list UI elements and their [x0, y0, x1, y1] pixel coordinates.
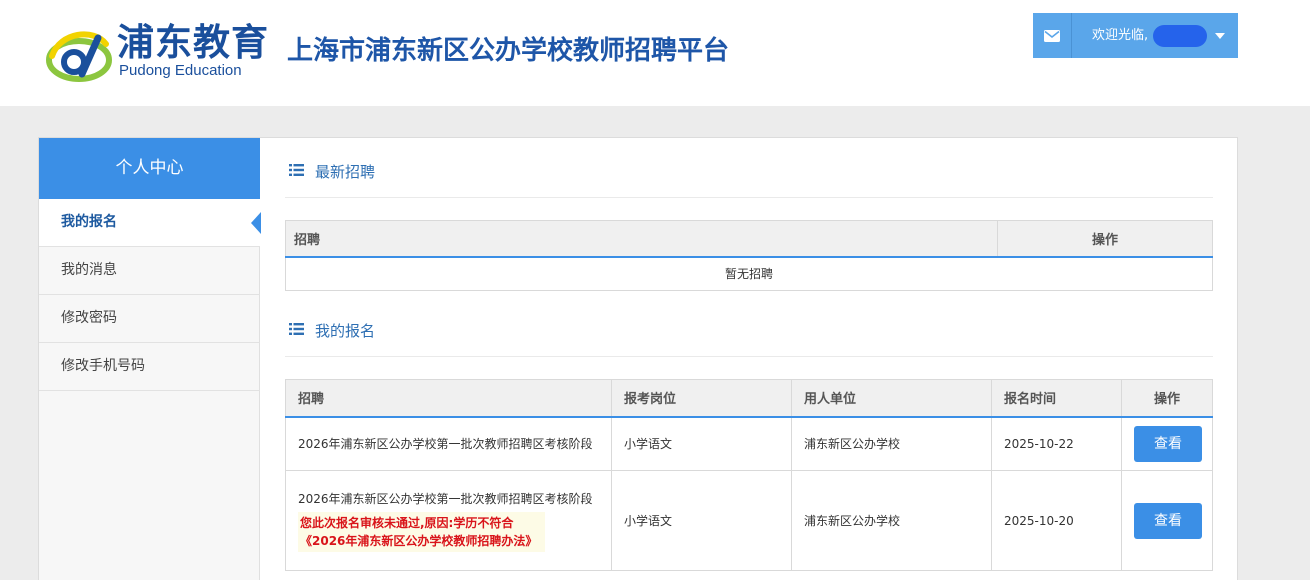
rejection-notice-line: 《2026年浦东新区公办学校教师招聘办法》 [300, 533, 538, 548]
recruit-text: 2026年浦东新区公办学校第一批次教师招聘区考核阶段 [298, 491, 593, 506]
rejection-notice-line: 您此次报名审核未通过,原因:学历不符合 [300, 515, 514, 530]
main-panel: 个人中心 我的报名 我的消息 修改密码 修改手机号码 最新招聘 招聘 操作 暂无… [38, 137, 1238, 580]
site-title: 上海市浦东新区公办学校教师招聘平台 [287, 36, 730, 66]
content-area: 最新招聘 招聘 操作 暂无招聘 我的报名 招聘 报考岗位 用人单位 报名时间 操… [285, 138, 1213, 580]
rejection-notice: 您此次报名审核未通过,原因:学历不符合 《2026年浦东新区公办学校教师招聘办法… [298, 511, 546, 552]
list-icon [289, 323, 304, 335]
empty-message: 暂无招聘 [285, 256, 1213, 291]
my-applications-table: 招聘 报考岗位 用人单位 报名时间 操作 2026年浦东新区公办学校第一批次教师… [285, 379, 1213, 571]
section-latest-title: 最新招聘 [285, 138, 1213, 198]
list-icon [289, 164, 304, 176]
view-button[interactable]: 查看 [1134, 425, 1202, 462]
date-cell: 2025-10-22 [991, 416, 1122, 471]
position-cell: 小学语文 [611, 416, 792, 471]
welcome-text: 欢迎光临, [1092, 28, 1149, 43]
column-header: 操作 [1121, 379, 1213, 418]
position-cell: 小学语文 [611, 470, 792, 571]
username-redacted [1153, 25, 1207, 47]
logo-english-text: Pudong Education [119, 62, 242, 79]
column-header: 操作 [997, 220, 1213, 258]
table-row: 2026年浦东新区公办学校第一批次教师招聘区考核阶段 您此次报名审核未通过,原因… [285, 470, 1213, 571]
table-header-row: 招聘 操作 [285, 220, 1213, 258]
sidebar-item-my-applications[interactable]: 我的报名 [39, 199, 261, 247]
table-header-row: 招聘 报考岗位 用人单位 报名时间 操作 [285, 379, 1213, 418]
messages-button[interactable] [1033, 13, 1072, 58]
unit-cell: 浦东新区公办学校 [791, 416, 992, 471]
sidebar-item-my-messages[interactable]: 我的消息 [39, 247, 260, 295]
column-header: 招聘 [285, 220, 998, 258]
recruit-cell: 2026年浦东新区公办学校第一批次教师招聘区考核阶段 您此次报名审核未通过,原因… [285, 470, 612, 571]
sidebar-item-label: 我的报名 [61, 214, 117, 230]
latest-recruitment-table: 招聘 操作 暂无招聘 [285, 220, 1213, 291]
date-cell: 2025-10-20 [991, 470, 1122, 571]
sidebar-item-label: 修改密码 [61, 310, 117, 326]
sidebar-item-label: 我的消息 [61, 262, 117, 278]
unit-cell: 浦东新区公办学校 [791, 470, 992, 571]
column-header: 报名时间 [991, 379, 1122, 418]
column-header: 报考岗位 [611, 379, 792, 418]
caret-down-icon[interactable] [1215, 33, 1225, 39]
section-title-text: 最新招聘 [315, 163, 376, 181]
column-header: 招聘 [285, 379, 612, 418]
logo-chinese-text: 浦东教育 [117, 21, 269, 64]
section-title-text: 我的报名 [315, 322, 376, 340]
user-bar: 欢迎光临, [1033, 13, 1238, 58]
column-header: 用人单位 [791, 379, 992, 418]
sidebar-title: 个人中心 [39, 138, 260, 199]
action-cell: 查看 [1121, 416, 1213, 471]
sidebar: 个人中心 我的报名 我的消息 修改密码 修改手机号码 [39, 138, 261, 580]
view-button[interactable]: 查看 [1134, 502, 1202, 539]
section-mine-title: 我的报名 [285, 297, 1213, 357]
pudong-education-logo[interactable]: 浦东教育 Pudong Education [46, 20, 268, 86]
active-pointer-icon [251, 212, 261, 234]
table-row: 暂无招聘 [285, 256, 1213, 291]
sidebar-item-label: 修改手机号码 [61, 358, 145, 374]
site-header: 浦东教育 Pudong Education 上海市浦东新区公办学校教师招聘平台 … [0, 0, 1310, 106]
recruit-cell: 2026年浦东新区公办学校第一批次教师招聘区考核阶段 [285, 416, 612, 471]
action-cell: 查看 [1121, 470, 1213, 571]
envelope-icon [1044, 29, 1060, 42]
sidebar-item-change-password[interactable]: 修改密码 [39, 295, 260, 343]
table-row: 2026年浦东新区公办学校第一批次教师招聘区考核阶段 小学语文 浦东新区公办学校… [285, 416, 1213, 471]
logo-mark-icon [46, 31, 112, 82]
sidebar-item-change-phone[interactable]: 修改手机号码 [39, 343, 260, 391]
